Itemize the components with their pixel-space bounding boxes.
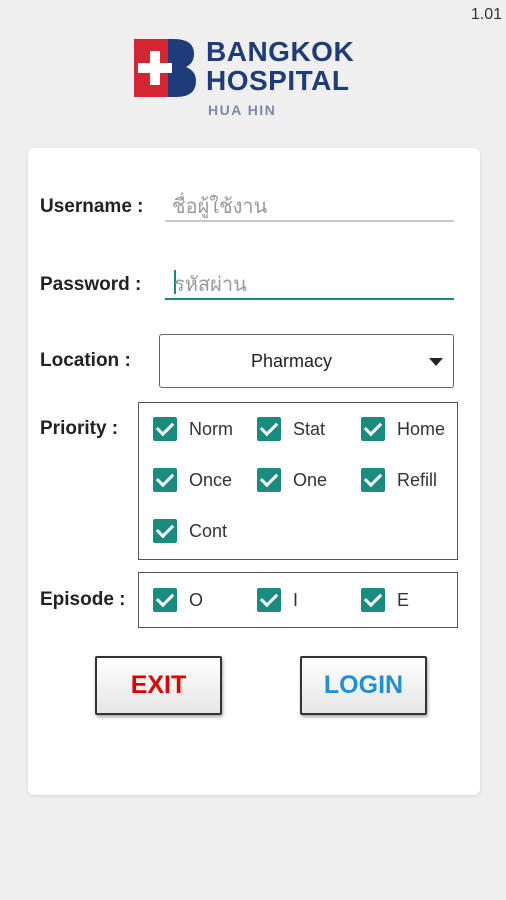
location-select-value: Pharmacy: [250, 351, 333, 371]
priority-option-label: Norm: [189, 418, 233, 439]
login-button[interactable]: LOGIN: [300, 656, 427, 715]
priority-option-label: Refill: [397, 469, 438, 490]
username-label: Username :: [40, 196, 144, 217]
password-input[interactable]: รหัสผ่าน: [174, 268, 247, 300]
checkbox-checked-icon: [361, 588, 385, 612]
priority-option-label: Stat: [293, 418, 326, 439]
checkbox-checked-icon: [153, 468, 177, 492]
episode-group: O I E: [138, 572, 458, 628]
priority-option-label: Home: [397, 418, 446, 439]
username-underline: [165, 220, 454, 222]
checkbox-checked-icon: [361, 417, 385, 441]
episode-option-label: O: [189, 589, 204, 610]
episode-checkbox-i[interactable]: I: [257, 588, 298, 612]
password-label: Password :: [40, 274, 142, 295]
logo-text-huahin: HUA HIN: [208, 102, 277, 118]
location-select[interactable]: Pharmacy: [159, 334, 454, 388]
priority-checkbox-one[interactable]: One: [257, 468, 327, 492]
priority-checkbox-norm[interactable]: Norm: [153, 417, 233, 441]
checkbox-checked-icon: [153, 417, 177, 441]
priority-checkbox-cont[interactable]: Cont: [153, 519, 227, 543]
hospital-cross-logo-icon: [134, 39, 196, 97]
episode-option-label: I: [293, 589, 299, 610]
caret-down-icon: [429, 358, 443, 366]
hospital-logo: BANGKOK HOSPITAL HUA HIN: [134, 37, 384, 122]
username-input[interactable]: ชื่อผู้ใช้งาน: [172, 190, 267, 222]
priority-checkbox-stat[interactable]: Stat: [257, 417, 325, 441]
checkbox-checked-icon: [257, 468, 281, 492]
priority-label: Priority :: [40, 418, 119, 439]
priority-checkbox-refill[interactable]: Refill: [361, 468, 437, 492]
password-underline: [165, 298, 454, 300]
priority-option-label: Cont: [189, 520, 228, 541]
priority-checkbox-once[interactable]: Once: [153, 468, 232, 492]
episode-label: Episode :: [40, 589, 126, 610]
checkbox-checked-icon: [257, 588, 281, 612]
checkbox-checked-icon: [153, 588, 177, 612]
logo-text-hospital: HOSPITAL: [206, 65, 350, 96]
priority-option-label: One: [293, 469, 328, 490]
checkbox-checked-icon: [361, 468, 385, 492]
priority-option-label: Once: [189, 469, 233, 490]
priority-group: Norm Stat Home Once One Refill Cont: [138, 402, 458, 560]
priority-checkbox-home[interactable]: Home: [361, 417, 445, 441]
exit-button[interactable]: EXIT: [95, 656, 222, 715]
location-label: Location :: [40, 350, 131, 371]
episode-checkbox-o[interactable]: O: [153, 588, 203, 612]
login-card: Username : ชื่อผู้ใช้งาน Password : รหัส…: [28, 148, 480, 795]
checkbox-checked-icon: [257, 417, 281, 441]
logo-text-bangkok: BANGKOK: [206, 36, 355, 67]
checkbox-checked-icon: [153, 519, 177, 543]
version-label: 1.01: [470, 6, 502, 23]
episode-checkbox-e[interactable]: E: [361, 588, 409, 612]
episode-option-label: E: [397, 589, 410, 610]
